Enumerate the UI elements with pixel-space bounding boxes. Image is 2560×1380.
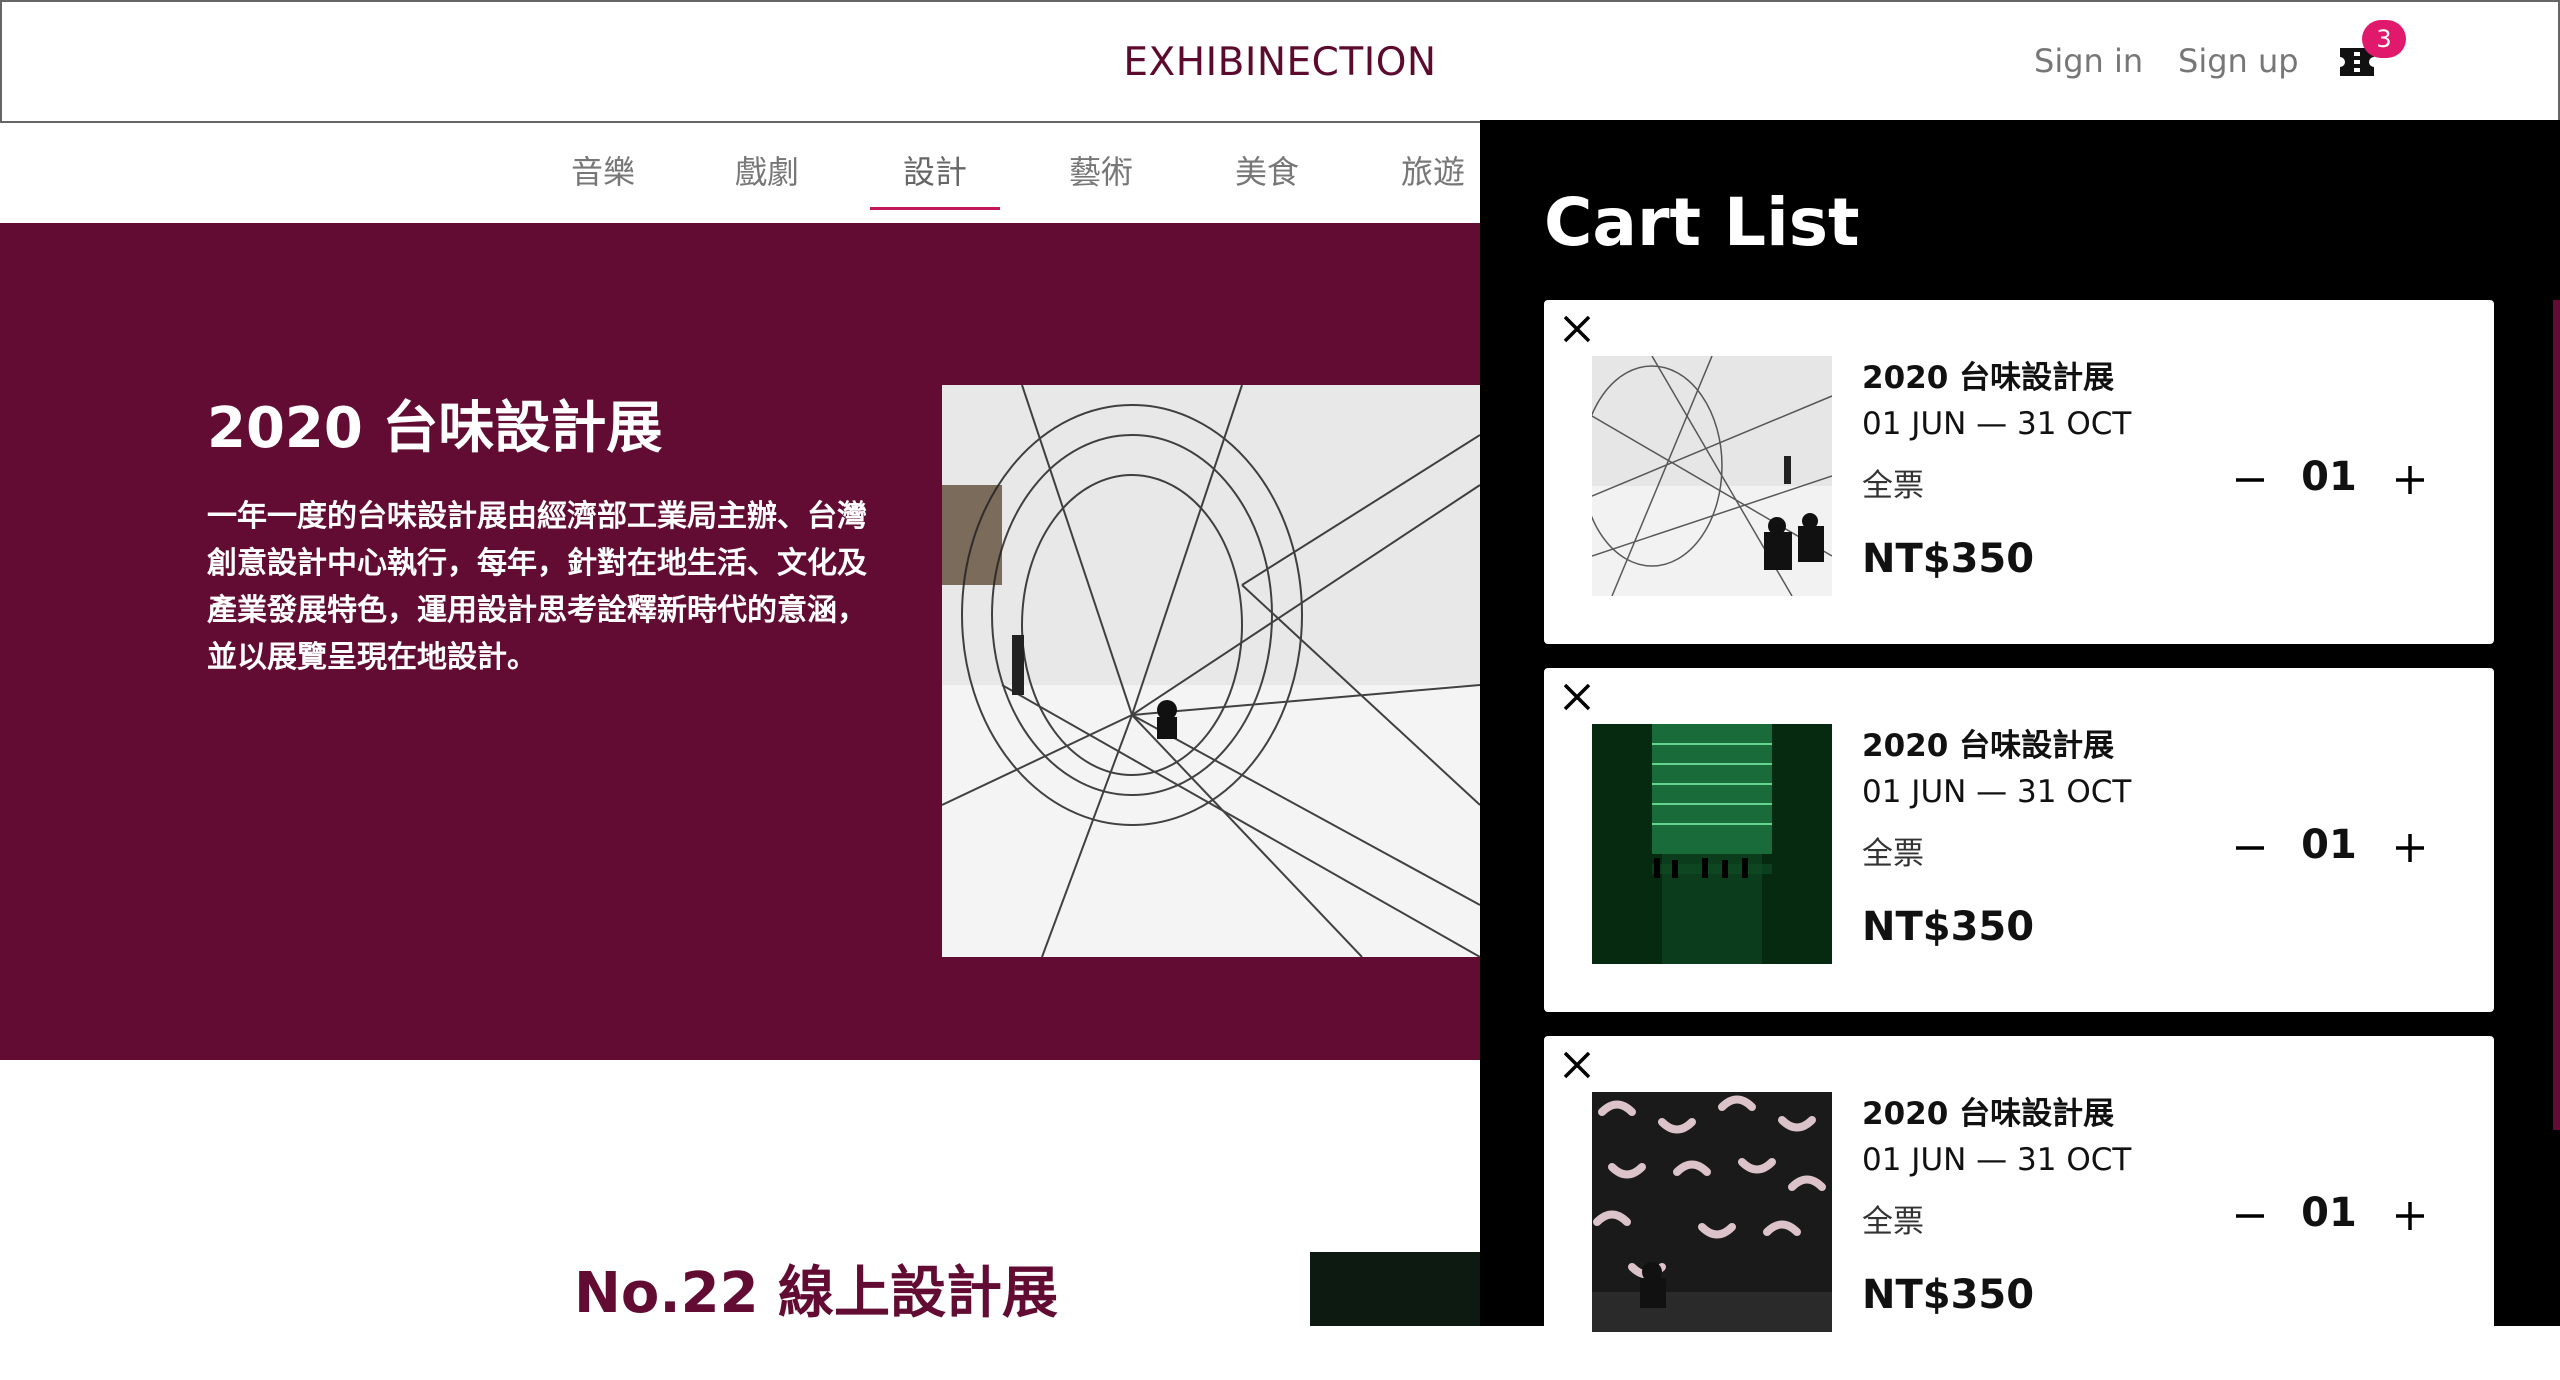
- hero-description: 一年一度的台味設計展由經濟部工業局主辦、台灣創意設計中心執行，每年，針對在地生活…: [207, 499, 867, 675]
- item-ticket-type: 全票: [1862, 1204, 1924, 1240]
- item-ticket-type: 全票: [1862, 468, 1924, 504]
- minus-icon[interactable]: [2230, 460, 2270, 500]
- plus-icon[interactable]: [2390, 460, 2430, 500]
- nav-item-art[interactable]: 藝術: [1036, 147, 1166, 207]
- section-title: No.22 線上設計展: [574, 1261, 1059, 1326]
- close-icon[interactable]: [1560, 680, 1594, 714]
- cart-count-badge: 3: [2362, 20, 2406, 58]
- category-nav: 音樂 戲劇 設計 藝術 美食 旅遊: [0, 123, 1480, 223]
- section-image: [1310, 1252, 1480, 1326]
- close-icon[interactable]: [1560, 1048, 1594, 1082]
- brand-logo[interactable]: EXHIBINECTION: [2, 40, 2558, 85]
- nav-item-drama[interactable]: 戲劇: [702, 147, 832, 207]
- item-date: 01 JUN — 31 OCT: [1862, 1142, 2132, 1178]
- item-ticket-type: 全票: [1862, 836, 1924, 872]
- item-price: NT$350: [1862, 1272, 2035, 1318]
- nav-item-food[interactable]: 美食: [1202, 147, 1332, 207]
- quantity-value: 01: [2301, 454, 2357, 500]
- sign-up-link[interactable]: Sign up: [2178, 42, 2299, 80]
- quantity-value: 01: [2301, 1190, 2357, 1236]
- cart-item: 2020 台味設計展 01 JUN — 31 OCT 全票 NT$350 01: [1544, 1036, 2494, 1380]
- item-price: NT$350: [1862, 904, 2035, 950]
- cart-item: 2020 台味設計展 01 JUN — 31 OCT 全票 NT$350 01: [1544, 668, 2494, 1012]
- item-title: 2020 台味設計展: [1862, 728, 2115, 764]
- hero-image: [942, 385, 1480, 957]
- hero-title: 2020 台味設計展: [207, 396, 663, 461]
- plus-icon[interactable]: [2390, 828, 2430, 868]
- item-title: 2020 台味設計展: [1862, 1096, 2115, 1132]
- top-header: EXHIBINECTION Sign in Sign up 3: [0, 0, 2560, 123]
- projection-art-image: [1592, 1092, 1832, 1332]
- cart-scrollbar[interactable]: [2553, 300, 2560, 1130]
- hero-banner: 2020 台味設計展 一年一度的台味設計展由經濟部工業局主辦、台灣創意設計中心執…: [0, 223, 1480, 1060]
- minus-icon[interactable]: [2230, 1196, 2270, 1236]
- plus-icon[interactable]: [2390, 1196, 2430, 1236]
- nav-item-design[interactable]: 設計: [870, 147, 1000, 210]
- item-date: 01 JUN — 31 OCT: [1862, 406, 2132, 442]
- green-light-room-image: [1592, 724, 1832, 964]
- item-price: NT$350: [1862, 536, 2035, 582]
- nav-item-travel[interactable]: 旅遊: [1368, 147, 1498, 207]
- minus-icon[interactable]: [2230, 828, 2270, 868]
- close-icon[interactable]: [1560, 312, 1594, 346]
- string-installation-image: [1592, 356, 1832, 596]
- cart-title: Cart List: [1544, 184, 1860, 261]
- sign-in-link[interactable]: Sign in: [2034, 42, 2143, 80]
- cart-item: 2020 台味設計展 01 JUN — 31 OCT 全票 NT$350 01: [1544, 300, 2494, 644]
- cart-panel: Cart List 2020 台味設計展 01 JUN — 31 OCT 全票 …: [1480, 120, 2560, 1380]
- item-title: 2020 台味設計展: [1862, 360, 2115, 396]
- nav-item-music[interactable]: 音樂: [538, 147, 668, 207]
- item-date: 01 JUN — 31 OCT: [1862, 774, 2132, 810]
- quantity-value: 01: [2301, 822, 2357, 868]
